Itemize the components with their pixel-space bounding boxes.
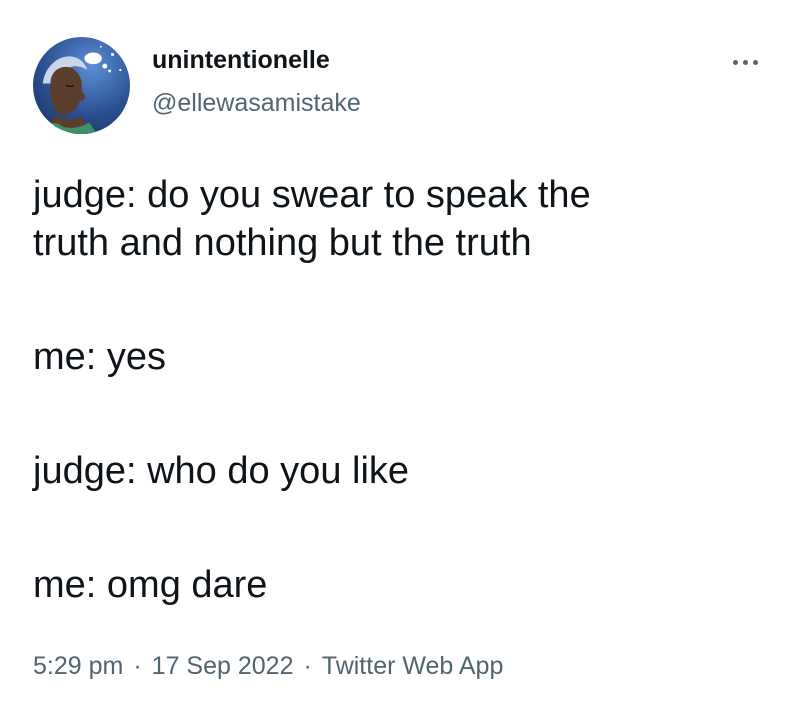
- more-dot: [752, 59, 758, 65]
- tweet-time[interactable]: 5:29 pm: [33, 652, 123, 681]
- avatar-illustration: [38, 45, 122, 134]
- tweet-line: judge: do you swear to speak the: [33, 174, 591, 216]
- tweet-metadata: 5:29 pm · 17 Sep 2022 · Twitter Web App: [33, 652, 503, 681]
- more-dot: [732, 59, 738, 65]
- tweet-line: me: yes: [33, 336, 167, 378]
- tweet-line: truth and nothing but the truth: [33, 222, 532, 264]
- separator: ·: [303, 652, 312, 680]
- more-options-icon[interactable]: [723, 46, 767, 78]
- separator: ·: [133, 652, 142, 680]
- avatar[interactable]: [33, 37, 130, 134]
- user-handle[interactable]: @ellewasamistake: [152, 89, 361, 118]
- tweet-date[interactable]: 17 Sep 2022: [152, 652, 294, 681]
- tweet-card: unintentionelle @ellewasamistake judge: …: [0, 0, 800, 720]
- tweet-line: judge: who do you like: [33, 450, 410, 492]
- tweet-line: me: omg dare: [33, 564, 268, 606]
- tweet-source[interactable]: Twitter Web App: [322, 652, 504, 681]
- display-name[interactable]: unintentionelle: [152, 46, 330, 75]
- more-dot: [742, 59, 748, 65]
- tweet-text: judge: do you swear to speak the truth a…: [33, 171, 773, 609]
